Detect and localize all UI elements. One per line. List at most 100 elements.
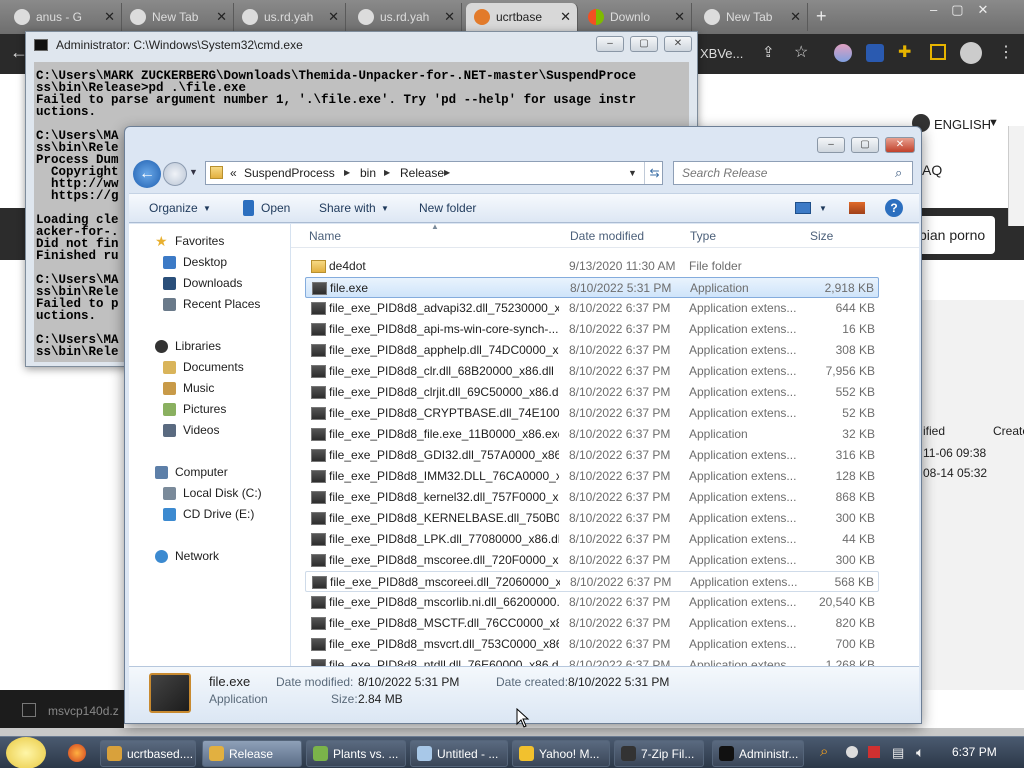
close-button[interactable]: ✕ — [885, 137, 915, 153]
address-bar[interactable]: « SuspendProcess ▶ bin ▶ Release ▶ ▼ ⇆ — [205, 161, 663, 185]
page-scrollbar[interactable] — [1008, 126, 1024, 226]
taskbar-button[interactable]: Release — [202, 740, 302, 767]
minimize-button[interactable]: – — [596, 36, 624, 52]
address-bar-tail[interactable]: XBVe... — [700, 46, 743, 61]
close-icon[interactable]: ✕ — [328, 3, 339, 31]
extension-icon[interactable] — [866, 44, 884, 62]
file-row[interactable]: file_exe_PID8d8_mscorlib.ni.dll_66200000… — [305, 592, 879, 613]
network-icon[interactable]: ▤ — [892, 745, 904, 761]
menu-icon[interactable]: ⋮ — [998, 42, 1014, 62]
explorer-window[interactable]: – ▢ ✕ ← ▼ « SuspendProcess ▶ bin ▶ Relea… — [124, 126, 922, 724]
language-selector[interactable]: ENGLISH — [934, 117, 991, 132]
file-row[interactable]: file_exe_PID8d8_msvcrt.dll_753C0000_x86.… — [305, 634, 879, 655]
extension-icon[interactable] — [834, 44, 852, 62]
maximize-button[interactable]: ▢ — [630, 36, 658, 52]
search-input[interactable]: Search Release — [673, 161, 913, 185]
file-row[interactable]: file_exe_PID8d8_LPK.dll_77080000_x86.dll… — [305, 529, 879, 550]
nav-libraries[interactable]: Libraries — [155, 336, 221, 357]
file-row[interactable]: file_exe_PID8d8_advapi32.dll_75230000_x8… — [305, 298, 879, 319]
browser-tab[interactable]: anus - G ✕ — [6, 3, 122, 31]
tray-icon[interactable] — [846, 746, 858, 758]
browser-tab[interactable]: Downlo ✕ — [580, 3, 692, 31]
avatar[interactable] — [960, 42, 982, 64]
nav-local-disk[interactable]: Local Disk (C:) — [163, 483, 262, 504]
share-with-button[interactable]: Share with — [319, 201, 376, 215]
search-icon[interactable]: ⌕ — [820, 743, 828, 760]
file-row[interactable]: file_exe_PID8d8_api-ms-win-core-synch-..… — [305, 319, 879, 340]
nav-pictures[interactable]: Pictures — [163, 399, 226, 420]
file-row[interactable]: file_exe_PID8d8_IMM32.DLL_76CA0000_x... 8… — [305, 466, 879, 487]
nav-favorites[interactable]: ★ Favorites — [155, 231, 224, 252]
file-row[interactable]: de4dot 9/13/2020 11:30 AM File folder — [305, 256, 879, 277]
back-button[interactable]: ← — [133, 160, 161, 188]
browser-tab[interactable]: New Tab ✕ — [122, 3, 234, 31]
file-row[interactable]: file.exe 8/10/2022 5:31 PM Application 2,91… — [305, 277, 879, 298]
maximize-button[interactable]: ▢ — [851, 137, 879, 153]
forward-button[interactable] — [163, 162, 187, 186]
close-icon[interactable]: ✕ — [790, 3, 801, 31]
taskbar-button[interactable]: Administr... — [712, 740, 804, 767]
chevron-right-icon[interactable]: ▶ — [344, 162, 350, 184]
chevron-down-icon[interactable]: ▼ — [628, 162, 637, 184]
file-row[interactable]: file_exe_PID8d8_GDI32.dll_757A0000_x86.d… — [305, 445, 879, 466]
file-row[interactable]: file_exe_PID8d8_clr.dll_68B20000_x86.dll… — [305, 361, 879, 382]
nav-downloads[interactable]: Downloads — [163, 273, 242, 294]
minimize-button[interactable]: – — [817, 137, 845, 153]
close-icon[interactable]: ✕ — [674, 3, 685, 31]
file-row[interactable]: file_exe_PID8d8_apphelp.dll_74DC0000_x8.… — [305, 340, 879, 361]
close-icon[interactable]: ✕ — [216, 3, 227, 31]
open-button[interactable]: Open — [261, 201, 290, 215]
breadcrumb-release[interactable]: Release — [400, 162, 444, 184]
file-row[interactable]: file_exe_PID8d8_mscoree.dll_720F0000_x8.… — [305, 550, 879, 571]
clock[interactable]: 6:37 PM — [952, 745, 997, 759]
chevron-down-icon[interactable]: ▼ — [819, 204, 827, 213]
chevron-down-icon[interactable]: ▼ — [189, 167, 198, 177]
star-icon[interactable]: ☆ — [794, 42, 808, 62]
chevron-down-icon[interactable]: ▼ — [988, 117, 999, 129]
file-list[interactable]: Name ▲ Date modified Type Size de4dot 9/1… — [291, 224, 919, 666]
breadcrumb-suspendprocess[interactable]: SuspendProcess — [244, 162, 335, 184]
taskbar-button[interactable]: Plants vs. ... — [306, 740, 406, 767]
file-row[interactable]: file_exe_PID8d8_kernel32.dll_757F0000_x8… — [305, 487, 879, 508]
faq-link[interactable]: AQ — [922, 162, 942, 178]
file-row[interactable]: file_exe_PID8d8_KERNELBASE.dll_750B000..… — [305, 508, 879, 529]
taskbar-button[interactable]: 7-Zip Fil... — [614, 740, 704, 767]
taskbar-button[interactable]: Yahoo! M... — [512, 740, 610, 767]
volume-icon[interactable]: 🔈︎ — [916, 744, 924, 761]
taskbar-button[interactable]: ucrtbased.... — [100, 740, 196, 767]
nav-videos[interactable]: Videos — [163, 420, 219, 441]
close-icon[interactable]: ✕ — [104, 3, 115, 31]
nav-music[interactable]: Music — [163, 378, 214, 399]
view-icon[interactable] — [795, 202, 811, 214]
chevron-right-icon[interactable]: ▶ — [444, 162, 450, 184]
file-row[interactable]: file_exe_PID8d8_ntdll.dll_76E60000_x86.d… — [305, 655, 879, 666]
nav-documents[interactable]: Documents — [163, 357, 244, 378]
nav-network[interactable]: Network — [155, 546, 219, 567]
close-icon[interactable]: ✕ — [444, 3, 455, 31]
breadcrumb-bin[interactable]: bin — [360, 162, 376, 184]
file-row[interactable]: file_exe_PID8d8_mscoreei.dll_72060000_x.… — [305, 571, 879, 592]
browser-tab-active[interactable]: ucrtbase ✕ — [466, 3, 578, 31]
nav-recent-places[interactable]: Recent Places — [163, 294, 260, 315]
close-icon[interactable]: ✕ — [560, 3, 571, 31]
refresh-icon[interactable]: ⇆ — [644, 162, 664, 184]
close-button[interactable]: ✕ — [664, 36, 692, 52]
sidebar-icon[interactable] — [930, 44, 946, 60]
puzzle-icon[interactable]: ✚ — [898, 42, 911, 62]
new-folder-button[interactable]: New folder — [419, 201, 476, 215]
browser-tab[interactable]: us.rd.yah ✕ — [350, 3, 462, 31]
file-row[interactable]: file_exe_PID8d8_file.exe_11B0000_x86.exe… — [305, 424, 879, 445]
new-tab-icon[interactable]: + — [816, 6, 827, 27]
taskbar-button[interactable]: Untitled - ... — [410, 740, 508, 767]
file-row[interactable]: file_exe_PID8d8_clrjit.dll_69C50000_x86.… — [305, 382, 879, 403]
browser-tab[interactable]: New Tab ✕ — [696, 3, 808, 31]
nav-computer[interactable]: Computer — [155, 462, 228, 483]
nav-desktop[interactable]: Desktop — [163, 252, 227, 273]
file-row[interactable]: file_exe_PID8d8_MSCTF.dll_76CC0000_x8...… — [305, 613, 879, 634]
help-icon[interactable]: ? — [885, 199, 903, 217]
tray-icon[interactable] — [868, 746, 880, 758]
preview-pane-icon[interactable] — [849, 202, 865, 214]
window-controls-icon[interactable]: –▢✕ — [930, 2, 1002, 18]
share-icon[interactable]: ⇪ — [762, 43, 775, 61]
browser-tab[interactable]: us.rd.yah ✕ — [234, 3, 346, 31]
